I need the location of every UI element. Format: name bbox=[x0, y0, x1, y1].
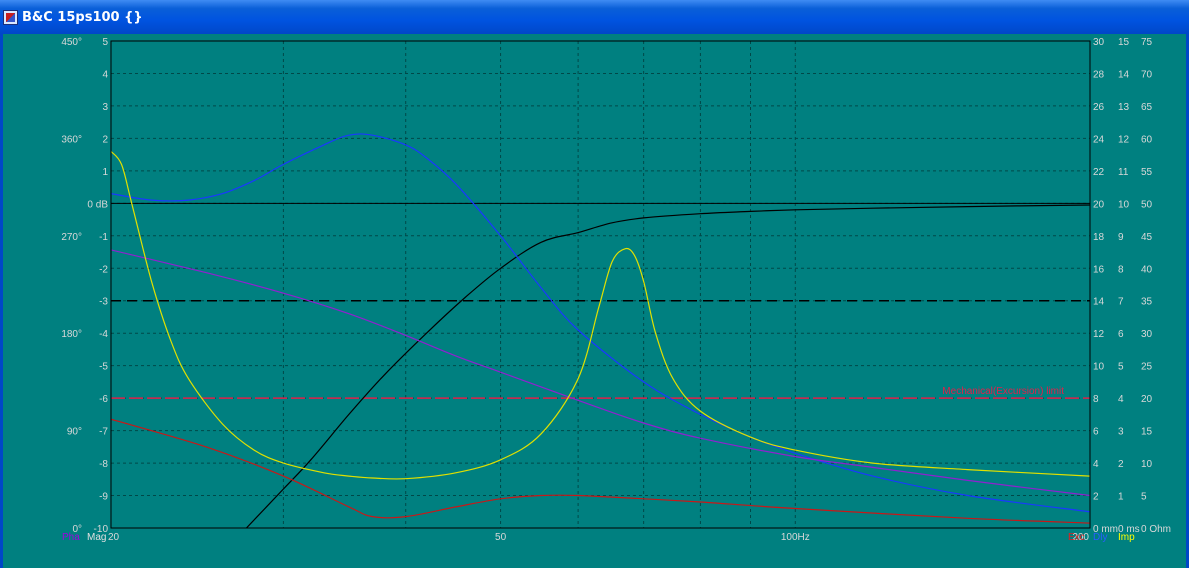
magnitude-tick-label: 0 dB bbox=[87, 199, 108, 210]
plot-frame bbox=[110, 40, 1091, 529]
legend: Pha Mag Exc Dly Imp bbox=[62, 532, 1135, 543]
magnitude-tick-label: -8 bbox=[99, 459, 108, 470]
impedance-tick-label: 20 bbox=[1141, 394, 1153, 405]
series-lines bbox=[111, 133, 1090, 528]
series-line-pha bbox=[111, 249, 1090, 497]
impedance-tick-label: 75 bbox=[1141, 37, 1153, 48]
phase-tick-label: 360° bbox=[61, 134, 82, 145]
delay-tick-label: 3 bbox=[1118, 427, 1124, 438]
legend-imp: Imp bbox=[1118, 532, 1135, 543]
magnitude-tick-label: 1 bbox=[102, 167, 108, 178]
delay-tick-label: 10 bbox=[1118, 199, 1130, 210]
legend-pha: Pha bbox=[62, 532, 80, 543]
excursion-tick-label: 14 bbox=[1093, 297, 1105, 308]
delay-tick-label: 2 bbox=[1118, 459, 1124, 470]
grid bbox=[110, 40, 1091, 529]
x-tick-label: 100Hz bbox=[781, 532, 810, 543]
series-line-exc bbox=[111, 418, 1090, 524]
delay-tick-label: 5 bbox=[1118, 362, 1124, 373]
impedance-tick-label: 0 Ohm bbox=[1141, 524, 1171, 535]
magnitude-tick-label: -6 bbox=[99, 394, 108, 405]
impedance-tick-label: 10 bbox=[1141, 459, 1153, 470]
impedance-tick-label: 15 bbox=[1141, 427, 1153, 438]
delay-tick-label: 9 bbox=[1118, 232, 1124, 243]
excursion-tick-label: 28 bbox=[1093, 69, 1105, 80]
excursion-tick-label: 12 bbox=[1093, 329, 1105, 340]
magnitude-tick-label: 5 bbox=[102, 37, 108, 48]
impedance-tick-label: 35 bbox=[1141, 297, 1153, 308]
magnitude-tick-label: 3 bbox=[102, 102, 108, 113]
response-chart: Mechanical(Excursion) limit 20 50 100Hz 200… bbox=[61, 37, 1171, 543]
chart-area: Mechanical(Excursion) limit 20 50 100Hz 20 0… bbox=[0, 34, 1189, 568]
delay-tick-label: 4 bbox=[1118, 394, 1124, 405]
excursion-tick-label: 4 bbox=[1093, 459, 1099, 470]
magnitude-tick-label: -4 bbox=[99, 329, 108, 340]
impedance-tick-label: 70 bbox=[1141, 69, 1153, 80]
delay-tick-label: 12 bbox=[1118, 134, 1130, 145]
excursion-tick-label: 24 bbox=[1093, 134, 1105, 145]
magnitude-tick-label: -9 bbox=[99, 492, 108, 503]
phase-tick-label: 450° bbox=[61, 37, 82, 48]
magnitude-tick-label: -3 bbox=[99, 297, 108, 308]
magnitude-tick-label: -7 bbox=[99, 427, 108, 438]
window-titlebar: B&C 15ps100 {} bbox=[0, 0, 1189, 34]
excursion-tick-label: 22 bbox=[1093, 167, 1105, 178]
magnitude-tick-label: -1 bbox=[99, 232, 108, 243]
excursion-tick-label: 6 bbox=[1093, 427, 1099, 438]
excursion-tick-label: 10 bbox=[1093, 362, 1105, 373]
delay-tick-label: 6 bbox=[1118, 329, 1124, 340]
impedance-tick-label: 60 bbox=[1141, 134, 1153, 145]
delay-tick-label: 11 bbox=[1118, 167, 1129, 178]
excursion-tick-label: 30 bbox=[1093, 37, 1105, 48]
delay-tick-label: 14 bbox=[1118, 69, 1130, 80]
impedance-tick-label: 25 bbox=[1141, 362, 1153, 373]
app-icon[interactable] bbox=[3, 10, 18, 25]
phase-tick-label: 270° bbox=[61, 232, 82, 243]
impedance-tick-label: 50 bbox=[1141, 199, 1153, 210]
plot-border bbox=[110, 40, 1091, 529]
impedance-tick-label: 30 bbox=[1141, 329, 1153, 340]
delay-tick-label: 8 bbox=[1118, 264, 1124, 275]
series-line-imp bbox=[111, 150, 1090, 480]
delay-tick-label: 13 bbox=[1118, 102, 1130, 113]
impedance-tick-label: 65 bbox=[1141, 102, 1153, 113]
excursion-tick-label: 8 bbox=[1093, 394, 1099, 405]
magnitude-tick-label: 2 bbox=[102, 134, 108, 145]
legend-mag: Mag bbox=[87, 532, 106, 543]
x-tick-label: 20 bbox=[108, 532, 120, 543]
magnitude-tick-label: 4 bbox=[102, 69, 108, 80]
series-line-dly bbox=[111, 133, 1090, 513]
excursion-tick-label: 18 bbox=[1093, 232, 1105, 243]
legend-exc: Exc bbox=[1068, 532, 1085, 543]
delay-tick-label: 1 bbox=[1118, 492, 1124, 503]
impedance-tick-label: 45 bbox=[1141, 232, 1153, 243]
excursion-tick-label: 16 bbox=[1093, 264, 1105, 275]
impedance-tick-label: 55 bbox=[1141, 167, 1153, 178]
window-title: B&C 15ps100 {} bbox=[22, 10, 143, 25]
excursion-tick-label: 20 bbox=[1093, 199, 1105, 210]
impedance-tick-label: 5 bbox=[1141, 492, 1147, 503]
legend-dly: Dly bbox=[1093, 532, 1107, 543]
magnitude-tick-label: -2 bbox=[99, 264, 108, 275]
phase-tick-label: 90° bbox=[67, 427, 82, 438]
x-tick-label: 50 bbox=[495, 532, 507, 543]
excursion-tick-label: 2 bbox=[1093, 492, 1099, 503]
impedance-tick-label: 40 bbox=[1141, 264, 1153, 275]
delay-tick-label: 7 bbox=[1118, 297, 1124, 308]
excursion-tick-label: 26 bbox=[1093, 102, 1105, 113]
phase-tick-label: 180° bbox=[61, 329, 82, 340]
tick-labels: 20 50 100Hz 200543210 dB-1-2-3-4-5-6-7-8-9-… bbox=[61, 37, 1171, 543]
magnitude-tick-label: -5 bbox=[99, 362, 108, 373]
excursion-limit-label: Mechanical(Excursion) limit bbox=[942, 386, 1064, 397]
delay-tick-label: 15 bbox=[1118, 37, 1130, 48]
